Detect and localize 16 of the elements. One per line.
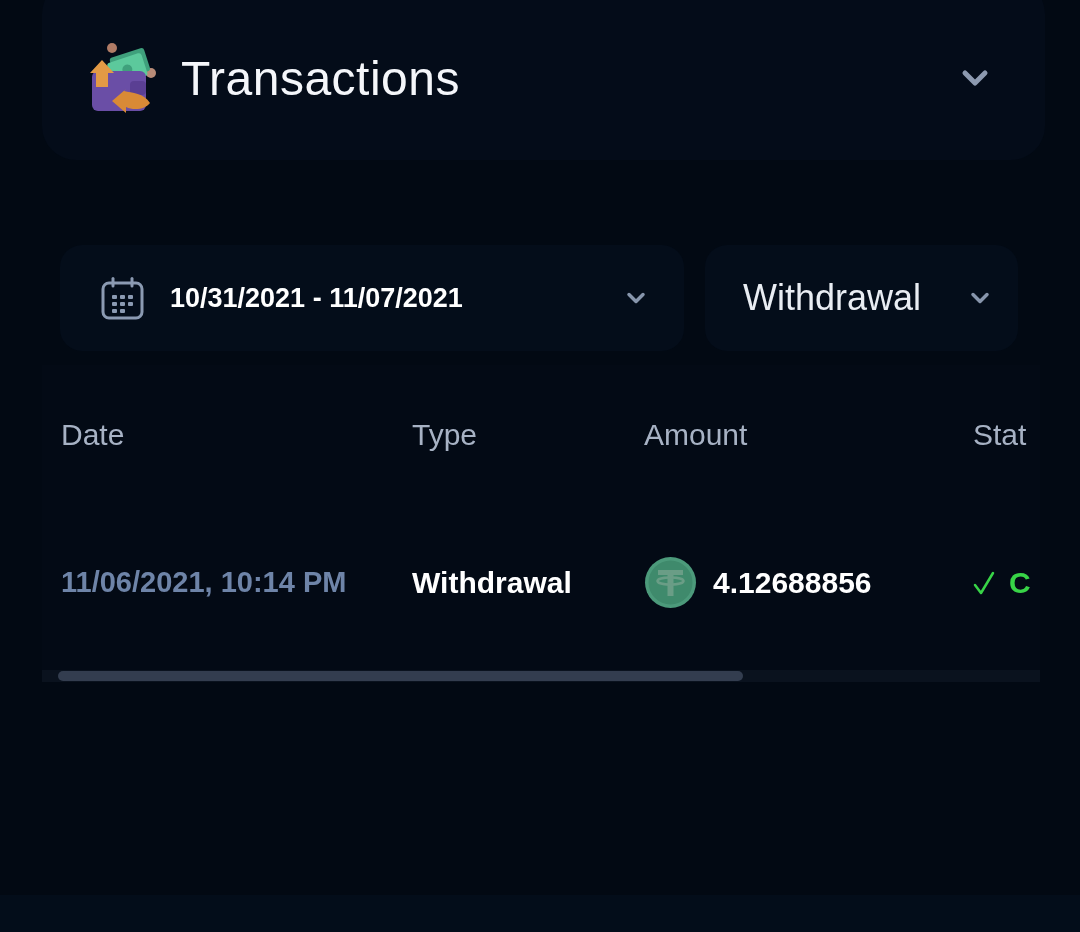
type-dropdown[interactable]: Withdrawal: [705, 245, 1018, 351]
status-cell: C: [1009, 565, 1031, 600]
column-header: Stat: [973, 418, 1027, 452]
type-cell: Withdrawal: [412, 565, 572, 600]
column-header: Amount: [644, 418, 748, 452]
check-icon: [973, 570, 995, 595]
coin-icon: [644, 556, 697, 609]
column-header: Date: [61, 418, 125, 452]
scrollbar-thumb[interactable]: [58, 671, 743, 681]
date-cell: 11/06/2021, 10:14 PM: [61, 566, 347, 599]
date-range-dropdown[interactable]: 10/31/2021 - 11/07/2021: [60, 245, 684, 351]
page-title: Transactions: [181, 50, 461, 106]
amount-cell: 4.12688856: [713, 565, 872, 600]
calendar-icon: [101, 276, 144, 320]
column-header: Type: [412, 418, 478, 452]
wallet-icon: [88, 43, 158, 113]
